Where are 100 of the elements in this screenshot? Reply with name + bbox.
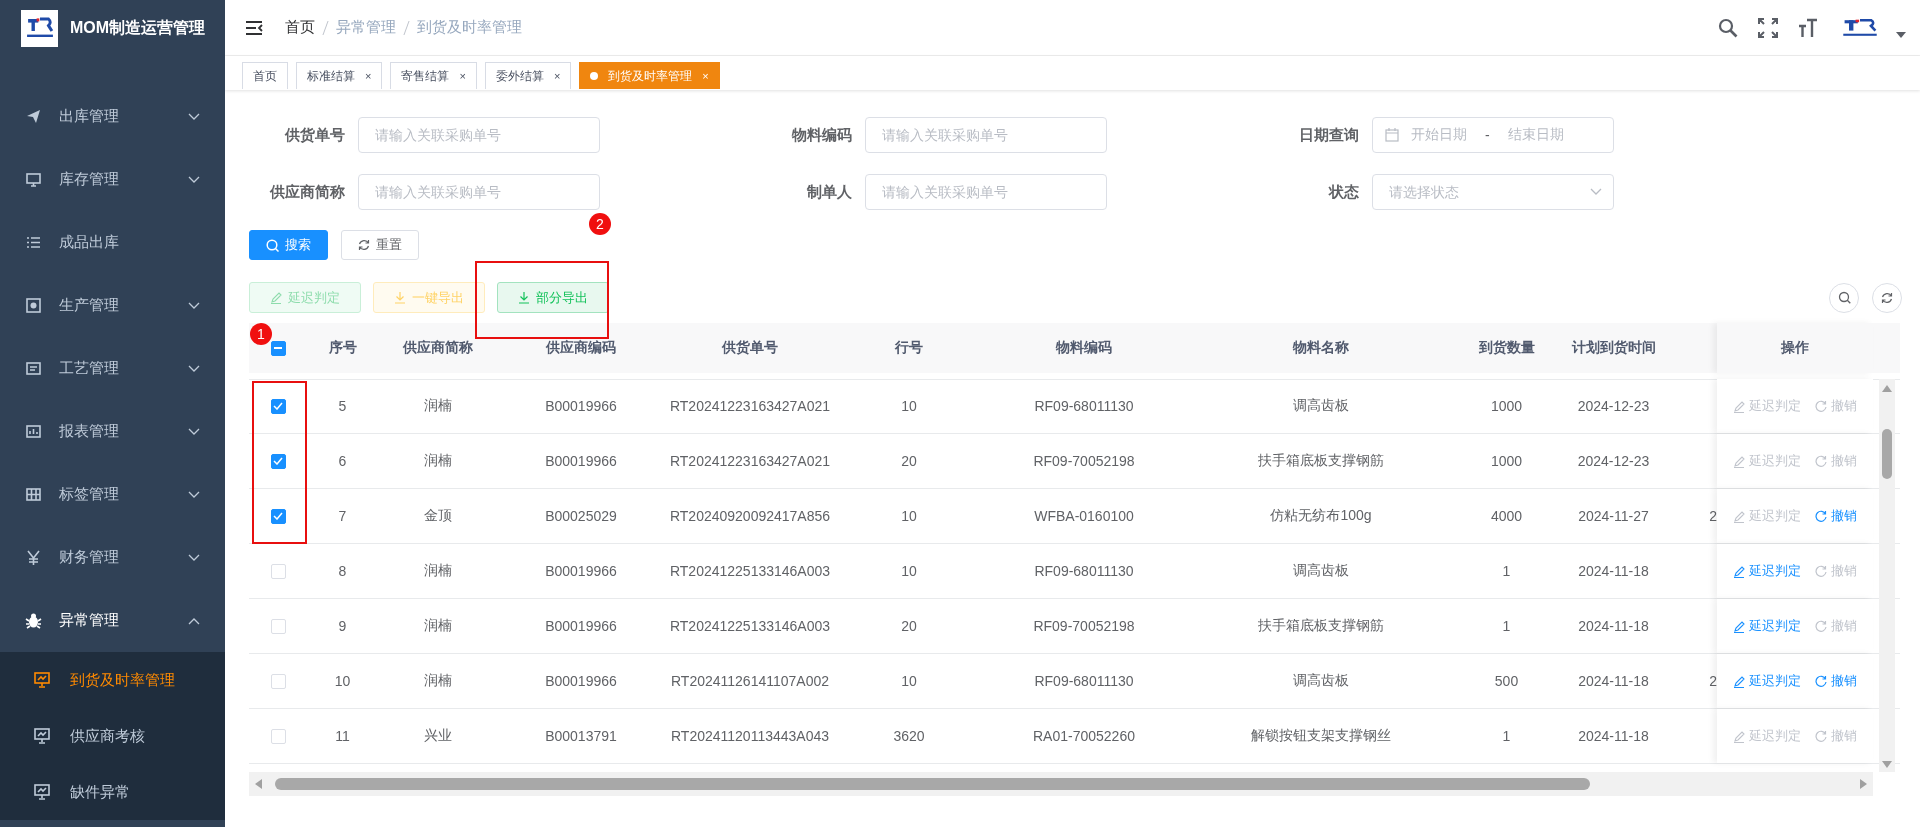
close-icon[interactable]: × (553, 70, 561, 82)
table-cell: 10 (901, 673, 917, 689)
menu-item[interactable]: 标签管理 (0, 463, 225, 526)
page-tab[interactable]: 首页 (242, 62, 288, 89)
refresh-icon (1815, 455, 1827, 467)
column-header: 操作 (1781, 339, 1809, 357)
close-icon[interactable]: × (459, 70, 466, 82)
field-label: 物料编码 (792, 125, 852, 145)
table-cell: 1 (1502, 728, 1511, 744)
app-title: MOM制造运营管理 (70, 17, 206, 38)
table-cell: 解锁按钮支架支撑钢丝 (1251, 727, 1391, 745)
form-icon (25, 360, 42, 377)
table-cell: B00019966 (545, 563, 617, 579)
table-cell: 11 (335, 728, 350, 744)
table-cell: 润楠 (423, 617, 452, 635)
target-icon (25, 297, 42, 314)
table-cell: 2024-11-18 (1578, 563, 1649, 579)
table-cell: 500 (1494, 673, 1519, 689)
table-cell: 1000 (1490, 453, 1523, 469)
chart-monitor-icon (34, 784, 50, 800)
menu-item[interactable]: 财务管理 (0, 526, 225, 589)
search-button[interactable]: 搜索 (249, 230, 328, 260)
menu-item[interactable]: 成品出库 (0, 211, 225, 274)
report-icon (25, 423, 42, 440)
input-field[interactable]: 请输入关联采购单号 (358, 117, 600, 153)
check-icon (273, 402, 283, 410)
input-field[interactable]: 请输入关联采购单号 (358, 174, 600, 210)
checkbox[interactable] (270, 508, 286, 524)
table-cell: RA01-70052260 (1033, 728, 1135, 744)
checkbox[interactable] (270, 453, 286, 469)
number-badge: 2 (589, 213, 611, 235)
breadcrumb-item[interactable]: 首页 (285, 18, 315, 37)
table-cell: 2024-11-18 (1578, 618, 1649, 634)
scroll-left-icon (253, 776, 263, 792)
page-tab[interactable]: 寄售结算 × (390, 62, 477, 89)
input-field[interactable]: 请输入关联采购单号 (865, 117, 1107, 153)
chart-monitor-icon (34, 672, 50, 688)
scroll-thumb[interactable] (275, 778, 1590, 790)
chevron-down-icon (188, 175, 200, 184)
menu-item[interactable]: 报表管理 (0, 400, 225, 463)
menu-item[interactable]: 库存管理 (0, 148, 225, 211)
table-cell: 5 (338, 398, 347, 414)
column-header: 物料名称 (1293, 339, 1349, 357)
checkbox[interactable] (270, 398, 286, 414)
table-cell: 兴业 (423, 727, 452, 745)
horizontal-scrollbar[interactable] (249, 772, 1873, 796)
row-action-link[interactable]: 撤销 (1815, 507, 1857, 525)
refresh-icon (358, 239, 370, 251)
table-cell: 4000 (1490, 508, 1523, 524)
close-icon[interactable]: × (365, 70, 372, 82)
row-action-link[interactable]: 撤销 (1815, 672, 1857, 690)
table-cell: 6 (338, 453, 347, 469)
table-cell: 2024-11-18 (1578, 673, 1649, 689)
menu-item[interactable]: 工艺管理 (0, 337, 225, 400)
chevron-down-icon (188, 553, 200, 562)
submenu-item[interactable]: 到货及时率管理 (0, 652, 225, 708)
menu-item[interactable]: 出库管理 (0, 85, 225, 148)
fullscreen-icon (1758, 17, 1778, 38)
table-cell: 2 (1709, 508, 1717, 524)
chevron-down-icon (188, 490, 200, 499)
date-range-field[interactable]: 开始日期 - 结束日期 (1372, 117, 1614, 153)
refresh-icon (1815, 620, 1827, 632)
row-action-link[interactable]: 延迟判定 (1733, 672, 1801, 690)
chevron-down-icon (188, 112, 200, 121)
table-cell: 调高齿板 (1293, 672, 1349, 690)
input-field[interactable]: 请输入关联采购单号 (865, 174, 1107, 210)
search-icon (266, 238, 279, 252)
row-action-link[interactable]: 延迟判定 (1733, 617, 1801, 635)
table-cell: 10 (901, 563, 917, 579)
chart-monitor-icon (34, 728, 50, 744)
refresh-icon (1815, 400, 1827, 412)
edit-icon (1733, 454, 1745, 468)
table-cell: 1 (1502, 618, 1511, 634)
page-tab[interactable]: 委外结算 × (484, 62, 572, 89)
table-cell: 2024-11-18 (1578, 728, 1649, 744)
select-field[interactable]: 请选择状态 (1372, 174, 1614, 210)
field-label: 制单人 (807, 182, 852, 202)
submenu-item[interactable]: 供应商考核 (0, 708, 225, 764)
table-cell: 调高齿板 (1293, 562, 1349, 580)
menu-item[interactable]: 生产管理 (0, 274, 225, 337)
table-cell: 2024-11-27 (1578, 508, 1649, 524)
field-label: 日期查询 (1299, 125, 1359, 145)
vertical-scrollbar[interactable] (1879, 379, 1895, 772)
table-cell: 2 (1709, 673, 1717, 689)
table-cell: B00025029 (545, 508, 617, 524)
table-cell: 20 (901, 618, 917, 634)
reset-button[interactable]: 重置 (341, 230, 419, 260)
table-cell: 调高齿板 (1293, 397, 1349, 415)
page-tab[interactable]: 标准结算 × (296, 62, 383, 89)
checkbox[interactable] (270, 340, 286, 356)
table-cell: RT20241223163427A021 (669, 398, 831, 414)
submenu-item[interactable]: 缺件异常 (0, 764, 225, 820)
edit-icon (1733, 729, 1745, 743)
field-label: 供货单号 (285, 125, 345, 145)
table-cell: B00019966 (545, 453, 617, 469)
refresh-icon (1815, 675, 1827, 687)
scroll-thumb[interactable] (1882, 429, 1892, 479)
menu-item[interactable]: 异常管理 (0, 589, 225, 652)
table-cell: RF09-68011130 (1034, 398, 1134, 414)
row-action-link[interactable]: 延迟判定 (1733, 562, 1801, 580)
